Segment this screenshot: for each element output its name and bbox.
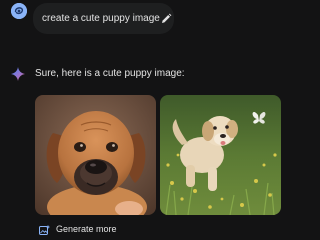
user-prompt-text: create a cute puppy image	[42, 13, 160, 24]
brown-puppy-portrait-image[interactable]	[35, 95, 156, 215]
image-plus-icon	[39, 223, 50, 235]
golden-puppy-running-in-grass-image[interactable]	[160, 95, 281, 215]
user-avatar-icon[interactable]	[11, 3, 27, 19]
generate-more-button[interactable]: Generate more	[39, 223, 117, 235]
chat-window: create a cute puppy image Sure, here is …	[0, 0, 320, 240]
user-prompt-bubble: create a cute puppy image	[33, 3, 174, 34]
generate-more-label: Generate more	[56, 223, 117, 234]
response-text: Sure, here is a cute puppy image:	[35, 68, 185, 79]
gemini-sparkle-icon	[11, 67, 25, 81]
pencil-icon[interactable]	[160, 13, 172, 25]
